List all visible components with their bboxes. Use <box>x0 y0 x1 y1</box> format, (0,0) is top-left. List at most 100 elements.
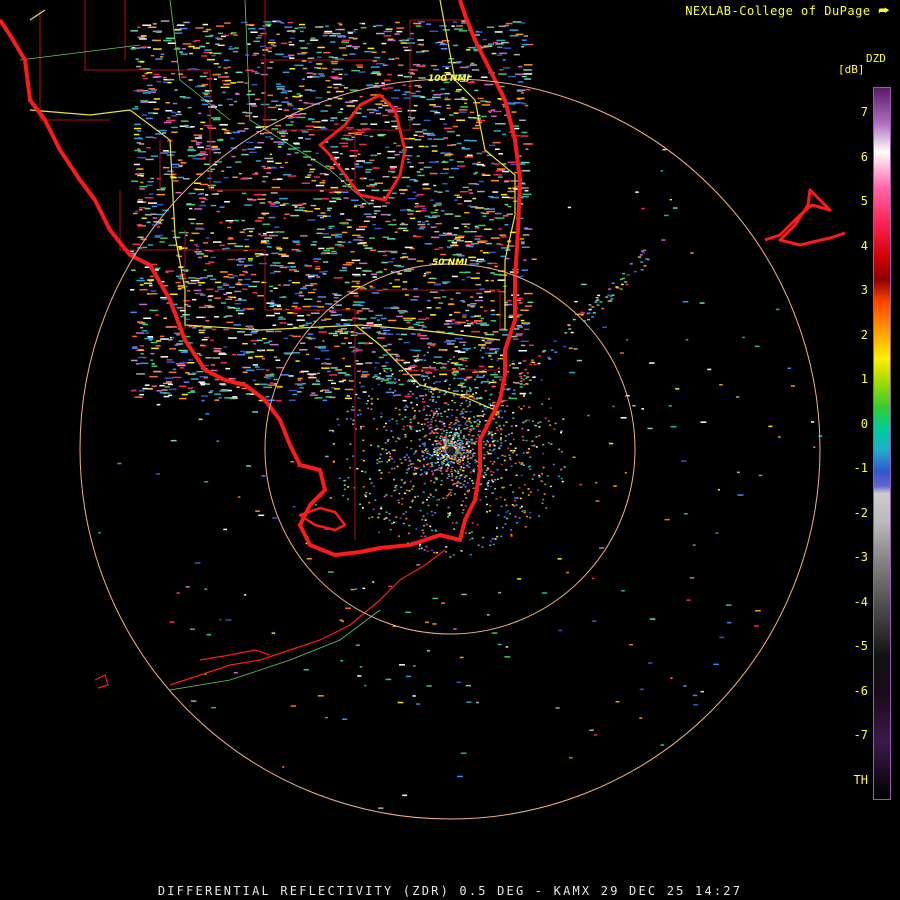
echo-pixel <box>251 70 258 73</box>
echo-pixel <box>523 511 526 514</box>
echo-pixel <box>447 506 450 509</box>
echo-pixel <box>315 184 325 187</box>
echo-pixel <box>419 395 424 397</box>
echo-pixel <box>512 438 515 441</box>
echo-pixel <box>446 339 450 342</box>
echo-pixel <box>692 694 698 697</box>
echo-pixel <box>399 312 405 314</box>
echo-pixel <box>517 98 521 100</box>
echo-pixel <box>305 336 312 339</box>
echo-pixel <box>380 412 383 415</box>
echo-pixel <box>362 371 368 373</box>
echo-pixel <box>448 514 451 517</box>
echo-pixel <box>209 34 214 37</box>
echo-pixel <box>199 344 205 347</box>
echo-pixel <box>306 353 310 356</box>
echo-pixel <box>210 339 214 341</box>
echo-pixel <box>300 30 304 33</box>
echo-pixel <box>233 34 238 36</box>
echo-pixel <box>398 383 405 386</box>
echo-pixel <box>335 330 344 333</box>
echo-pixel <box>415 528 418 530</box>
echo-pixel <box>248 357 253 359</box>
echo-pixel <box>595 481 598 484</box>
echo-pixel <box>515 504 518 506</box>
echo-pixel <box>466 701 472 703</box>
echo-pixel <box>370 408 373 410</box>
echo-pixel <box>444 380 447 382</box>
echo-pixel <box>641 207 645 210</box>
echo-pixel <box>417 223 426 226</box>
echo-pixel <box>269 39 275 41</box>
echo-pixel <box>458 424 460 426</box>
echo-pixel <box>642 251 646 254</box>
echo-pixel <box>425 463 428 466</box>
echo-pixel <box>450 443 453 445</box>
echo-pixel <box>408 490 411 492</box>
echo-pixel <box>538 476 541 478</box>
echo-pixel <box>298 40 305 42</box>
echo-pixel <box>497 413 500 415</box>
echo-pixel <box>494 538 497 540</box>
echo-pixel <box>522 360 527 362</box>
echo-pixel <box>491 449 494 452</box>
echo-pixel <box>383 307 393 309</box>
echo-pixel <box>384 422 387 425</box>
echo-pixel <box>466 439 469 441</box>
echo-pixel <box>163 166 170 169</box>
echo-pixel <box>471 438 474 441</box>
echo-pixel <box>417 334 422 337</box>
echo-pixel <box>592 312 596 314</box>
echo-pixel <box>372 581 375 583</box>
echo-pixel <box>406 446 408 449</box>
echo-pixel <box>409 425 411 427</box>
echo-pixel <box>468 189 473 191</box>
echo-pixel <box>588 304 592 306</box>
echo-pixel <box>466 154 473 156</box>
echo-pixel <box>174 89 178 91</box>
echo-pixel <box>328 429 335 432</box>
echo-pixel <box>280 22 285 24</box>
echo-pixel <box>391 373 394 375</box>
echo-pixel <box>223 528 227 531</box>
echo-pixel <box>330 41 336 43</box>
echo-pixel <box>291 312 298 315</box>
echo-pixel <box>398 492 401 495</box>
echo-pixel <box>375 428 378 430</box>
echo-pixel <box>424 519 427 521</box>
echo-pixel <box>470 230 477 233</box>
echo-pixel <box>522 452 525 454</box>
echo-pixel <box>292 302 299 304</box>
echo-pixel <box>364 495 367 498</box>
echo-pixel <box>359 177 364 180</box>
echo-pixel <box>173 180 179 182</box>
echo-pixel <box>287 262 295 264</box>
echo-pixel <box>429 291 438 293</box>
echo-pixel <box>372 223 376 226</box>
echo-pixel <box>449 491 452 494</box>
echo-pixel <box>560 450 563 453</box>
echo-pixel <box>382 367 392 370</box>
echo-pixel <box>205 42 210 44</box>
echo-pixel <box>322 198 329 200</box>
echo-pixel <box>294 152 299 154</box>
echo-pixel <box>489 144 496 147</box>
echo-pixel <box>233 100 238 103</box>
echo-pixel <box>502 133 507 136</box>
echo-pixel <box>327 379 334 382</box>
echo-pixel <box>465 464 468 467</box>
echo-pixel <box>316 63 323 65</box>
echo-pixel <box>189 52 194 55</box>
echo-pixel <box>180 351 188 353</box>
echo-pixel <box>669 198 672 201</box>
echo-pixel <box>563 466 566 468</box>
echo-pixel <box>163 39 172 42</box>
echo-pixel <box>237 496 241 498</box>
echo-pixel <box>194 243 198 246</box>
echo-pixel <box>500 463 503 466</box>
echo-pixel <box>469 192 474 194</box>
echo-pixel <box>217 139 224 142</box>
echo-pixel <box>713 663 719 666</box>
echo-pixel <box>441 40 450 42</box>
echo-pixel <box>296 93 301 95</box>
